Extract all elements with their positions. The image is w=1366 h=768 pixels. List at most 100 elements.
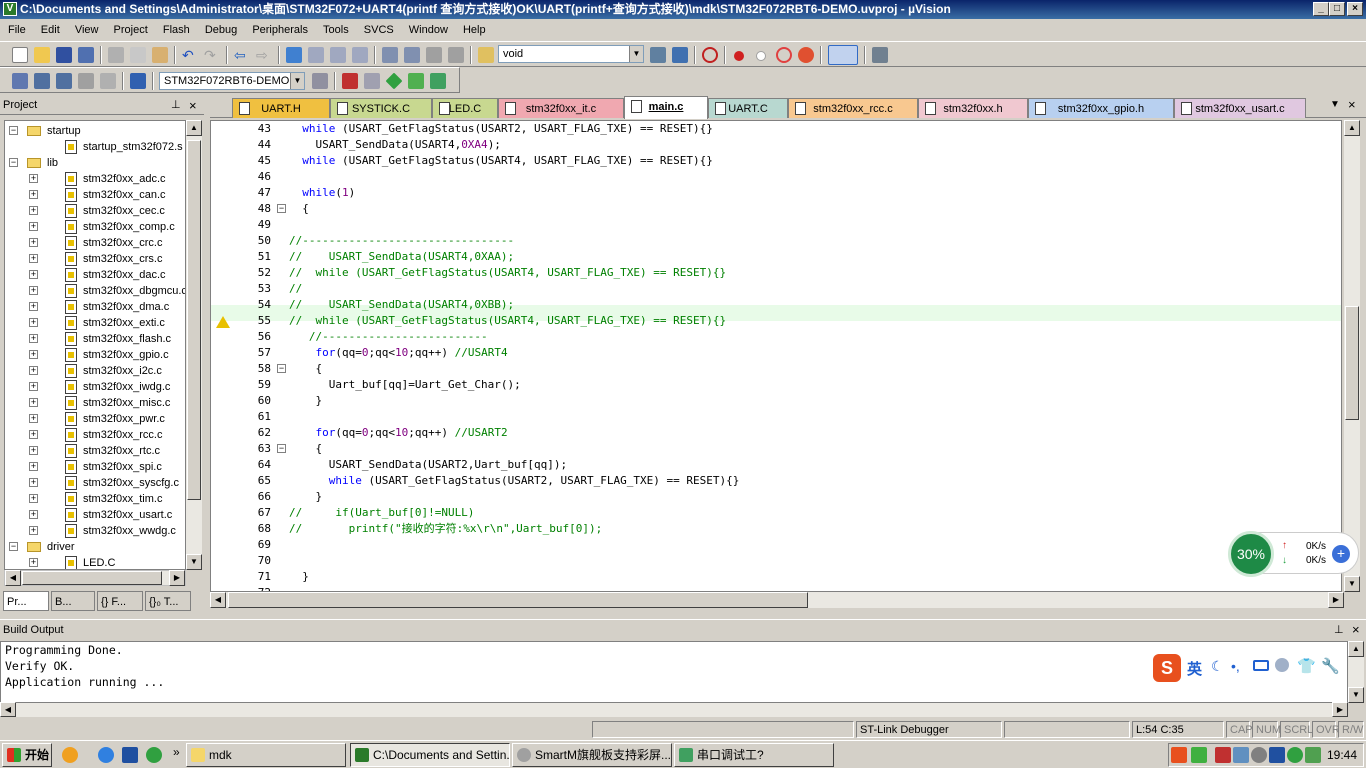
fold-toggle-icon[interactable]: − bbox=[277, 444, 286, 453]
breakpoint-insert-icon[interactable] bbox=[734, 51, 744, 61]
tree-file[interactable]: startup_stm32f072.s bbox=[5, 139, 185, 155]
tree-file[interactable]: + stm32f0xx_i2c.c bbox=[5, 363, 185, 379]
tree-file[interactable]: + stm32f0xx_dac.c bbox=[5, 267, 185, 283]
tab-led-c[interactable]: LED.C bbox=[432, 98, 498, 118]
bookmark-prev-icon[interactable] bbox=[308, 47, 324, 63]
debug-session-icon[interactable] bbox=[702, 47, 718, 63]
fold-toggle-icon[interactable]: − bbox=[277, 204, 286, 213]
tree-file[interactable]: + stm32f0xx_can.c bbox=[5, 187, 185, 203]
tab-stm32f0xx-usart-c[interactable]: stm32f0xx_usart.c bbox=[1174, 98, 1306, 118]
paste-icon[interactable] bbox=[152, 47, 168, 63]
close-panel-icon[interactable]: × bbox=[189, 96, 197, 115]
expand-icon[interactable]: + bbox=[29, 446, 38, 455]
cut-icon[interactable] bbox=[108, 47, 124, 63]
build-output-pane[interactable]: Programming Done. Verify OK. Application… bbox=[0, 641, 1348, 703]
bookmark-next-icon[interactable] bbox=[330, 47, 346, 63]
scroll-down-icon[interactable]: ▼ bbox=[1348, 687, 1364, 703]
expand-icon[interactable]: + bbox=[29, 414, 38, 423]
tree-file[interactable]: + stm32f0xx_syscfg.c bbox=[5, 475, 185, 491]
expand-icon[interactable]: + bbox=[29, 334, 38, 343]
tree-file[interactable]: + stm32f0xx_cec.c bbox=[5, 203, 185, 219]
incremental-find-icon[interactable] bbox=[672, 47, 688, 63]
tree-file[interactable]: + stm32f0xx_spi.c bbox=[5, 459, 185, 475]
scroll-right-icon[interactable]: ▶ bbox=[1332, 702, 1348, 717]
ime-language[interactable]: 英 bbox=[1187, 658, 1202, 679]
collapse-icon[interactable]: − bbox=[9, 542, 18, 551]
project-tree-hscroll[interactable]: ◀ ▶ bbox=[4, 570, 186, 586]
expand-icon[interactable]: + bbox=[29, 430, 38, 439]
build-output-vscroll[interactable]: ▲ ▼ bbox=[1348, 641, 1364, 703]
scroll-right-icon[interactable]: ▶ bbox=[1328, 592, 1344, 608]
project-tree-vscroll[interactable]: ▲ ▼ bbox=[186, 120, 202, 570]
menu-edit[interactable]: Edit bbox=[37, 19, 64, 41]
scroll-up-icon[interactable]: ▲ bbox=[1344, 120, 1360, 136]
tree-file[interactable]: + stm32f0xx_misc.c bbox=[5, 395, 185, 411]
expand-icon[interactable]: + bbox=[29, 494, 38, 503]
tree-file[interactable]: + stm32f0xx_usart.c bbox=[5, 507, 185, 523]
quicklaunch-paw-icon[interactable] bbox=[122, 747, 138, 763]
expand-icon[interactable]: + bbox=[29, 526, 38, 535]
comment-icon[interactable] bbox=[426, 47, 442, 63]
keyboard-icon[interactable] bbox=[1253, 660, 1269, 671]
plus-icon[interactable]: + bbox=[1332, 545, 1350, 563]
manage-project-items-icon[interactable] bbox=[342, 73, 358, 89]
tree-folder[interactable]: − driver bbox=[5, 539, 185, 555]
stop-build-icon[interactable] bbox=[100, 73, 116, 89]
target-select[interactable]: STM32F072RBT6-DEMO ▼ bbox=[159, 72, 305, 90]
bookmark-toggle-icon[interactable] bbox=[286, 47, 302, 63]
expand-icon[interactable]: + bbox=[29, 318, 38, 327]
taskbar-item-uvision[interactable]: C:\Documents and Settin... bbox=[350, 743, 510, 767]
build-icon[interactable] bbox=[34, 73, 50, 89]
battery-icon[interactable] bbox=[1191, 747, 1207, 763]
ime-toolbar[interactable]: S 英 ☾ •, 👕 🔧 bbox=[1153, 653, 1340, 683]
punctuation-icon[interactable]: •, bbox=[1231, 658, 1240, 674]
scroll-down-icon[interactable]: ▼ bbox=[1344, 576, 1360, 592]
menu-help[interactable]: Help bbox=[459, 19, 490, 41]
save-all-icon[interactable] bbox=[78, 47, 94, 63]
scroll-right-icon[interactable]: ▶ bbox=[169, 570, 185, 586]
tab-project[interactable]: Pr... bbox=[3, 591, 49, 611]
tree-file[interactable]: + stm32f0xx_exti.c bbox=[5, 315, 185, 331]
scroll-left-icon[interactable]: ◀ bbox=[210, 592, 226, 608]
tree-file[interactable]: + stm32f0xx_iwdg.c bbox=[5, 379, 185, 395]
expand-icon[interactable]: + bbox=[29, 382, 38, 391]
unindent-icon[interactable] bbox=[404, 47, 420, 63]
fold-toggle-icon[interactable]: − bbox=[277, 364, 286, 373]
menu-window[interactable]: Window bbox=[405, 19, 452, 41]
expand-icon[interactable]: + bbox=[29, 190, 38, 199]
pack-installer-icon[interactable] bbox=[408, 73, 424, 89]
menu-svcs[interactable]: SVCS bbox=[360, 19, 398, 41]
network-speed-widget[interactable]: 30% ↑ ↓ 0K/s 0K/s + bbox=[1228, 531, 1359, 577]
software-packs-icon[interactable] bbox=[430, 73, 446, 89]
chevron-down-icon[interactable]: ▼ bbox=[290, 73, 304, 89]
tree-folder[interactable]: − lib bbox=[5, 155, 185, 171]
download-load-icon[interactable] bbox=[130, 73, 146, 89]
quicklaunch-browser-icon[interactable] bbox=[98, 747, 114, 763]
start-button[interactable]: 开始 bbox=[2, 743, 52, 767]
scroll-down-icon[interactable]: ▼ bbox=[186, 554, 202, 570]
close-button[interactable]: × bbox=[1347, 2, 1363, 16]
moon-icon[interactable]: ☾ bbox=[1211, 658, 1224, 675]
collapse-icon[interactable]: − bbox=[9, 126, 18, 135]
configure-icon[interactable] bbox=[872, 47, 888, 63]
redo-icon[interactable]: ↷ bbox=[204, 47, 220, 63]
tree-file[interactable]: + stm32f0xx_adc.c bbox=[5, 171, 185, 187]
quicklaunch-more-icon[interactable]: » bbox=[173, 745, 180, 759]
code-editor[interactable]: 43 while (USART_GetFlagStatus(USART2, US… bbox=[210, 120, 1342, 592]
breakpoint-kill-all-icon[interactable] bbox=[798, 47, 814, 63]
expand-icon[interactable]: + bbox=[29, 174, 38, 183]
security-tray-icon[interactable] bbox=[1287, 747, 1303, 763]
nav-back-icon[interactable]: ⇦ bbox=[234, 47, 250, 63]
tree-file[interactable]: + stm32f0xx_pwr.c bbox=[5, 411, 185, 427]
tree-file[interactable]: + LED.C bbox=[5, 555, 185, 569]
tree-folder[interactable]: − startup bbox=[5, 123, 185, 139]
tree-file[interactable]: + stm32f0xx_dma.c bbox=[5, 299, 185, 315]
network-tray-icon[interactable] bbox=[1233, 747, 1249, 763]
expand-icon[interactable]: + bbox=[29, 366, 38, 375]
minimize-button[interactable]: _ bbox=[1313, 2, 1329, 16]
chevron-down-icon[interactable]: ▼ bbox=[629, 46, 643, 62]
uncomment-icon[interactable] bbox=[448, 47, 464, 63]
tree-file[interactable]: + stm32f0xx_rtc.c bbox=[5, 443, 185, 459]
shield-icon[interactable] bbox=[1305, 747, 1321, 763]
menu-tools[interactable]: Tools bbox=[319, 19, 353, 41]
